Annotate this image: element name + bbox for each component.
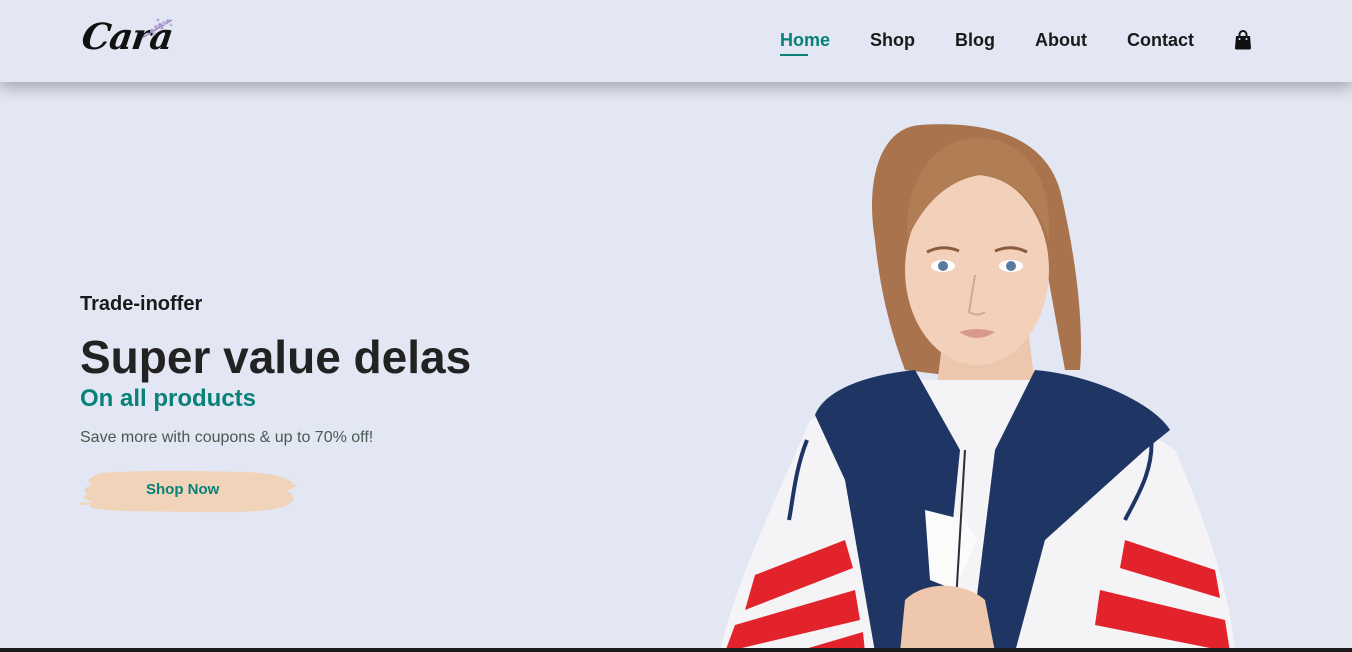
hero-description: Save more with coupons & up to 70% off! bbox=[80, 429, 374, 446]
nav-item-home: Home bbox=[760, 29, 850, 51]
hero-model-image bbox=[720, 124, 1235, 652]
lavender-sprig-icon bbox=[141, 18, 173, 39]
bottom-divider bbox=[0, 648, 1352, 652]
logo[interactable]: Cara bbox=[79, 14, 182, 62]
shopping-bag-icon bbox=[1235, 30, 1251, 50]
hero-title: Super value delas bbox=[80, 331, 472, 383]
cart-link[interactable] bbox=[1234, 30, 1252, 50]
nav-item-cart bbox=[1214, 30, 1252, 50]
nav-link-blog[interactable]: Blog bbox=[955, 29, 995, 51]
nav-item-blog: Blog bbox=[935, 29, 1015, 51]
nav-link-shop[interactable]: Shop bbox=[870, 29, 915, 51]
nav-item-contact: Contact bbox=[1107, 29, 1214, 51]
nav-link-home[interactable]: Home bbox=[780, 29, 830, 51]
main-nav: Home Shop Blog About Contact bbox=[760, 29, 1252, 51]
nav-link-contact[interactable]: Contact bbox=[1127, 29, 1194, 51]
shop-now-button[interactable]: Shop Now bbox=[80, 467, 298, 515]
nav-item-shop: Shop bbox=[850, 29, 935, 51]
nav-link-about[interactable]: About bbox=[1035, 29, 1087, 51]
nav-item-about: About bbox=[1015, 29, 1107, 51]
site-header: Cara Home Shop Blog About Contact bbox=[0, 0, 1352, 82]
hero-section: Trade-inoffer Super value delas On all p… bbox=[80, 293, 472, 513]
hero-kicker: Trade-inoffer bbox=[80, 293, 203, 315]
hero-subtitle: On all products bbox=[80, 385, 257, 412]
shop-now-label: Shop Now bbox=[146, 481, 220, 498]
